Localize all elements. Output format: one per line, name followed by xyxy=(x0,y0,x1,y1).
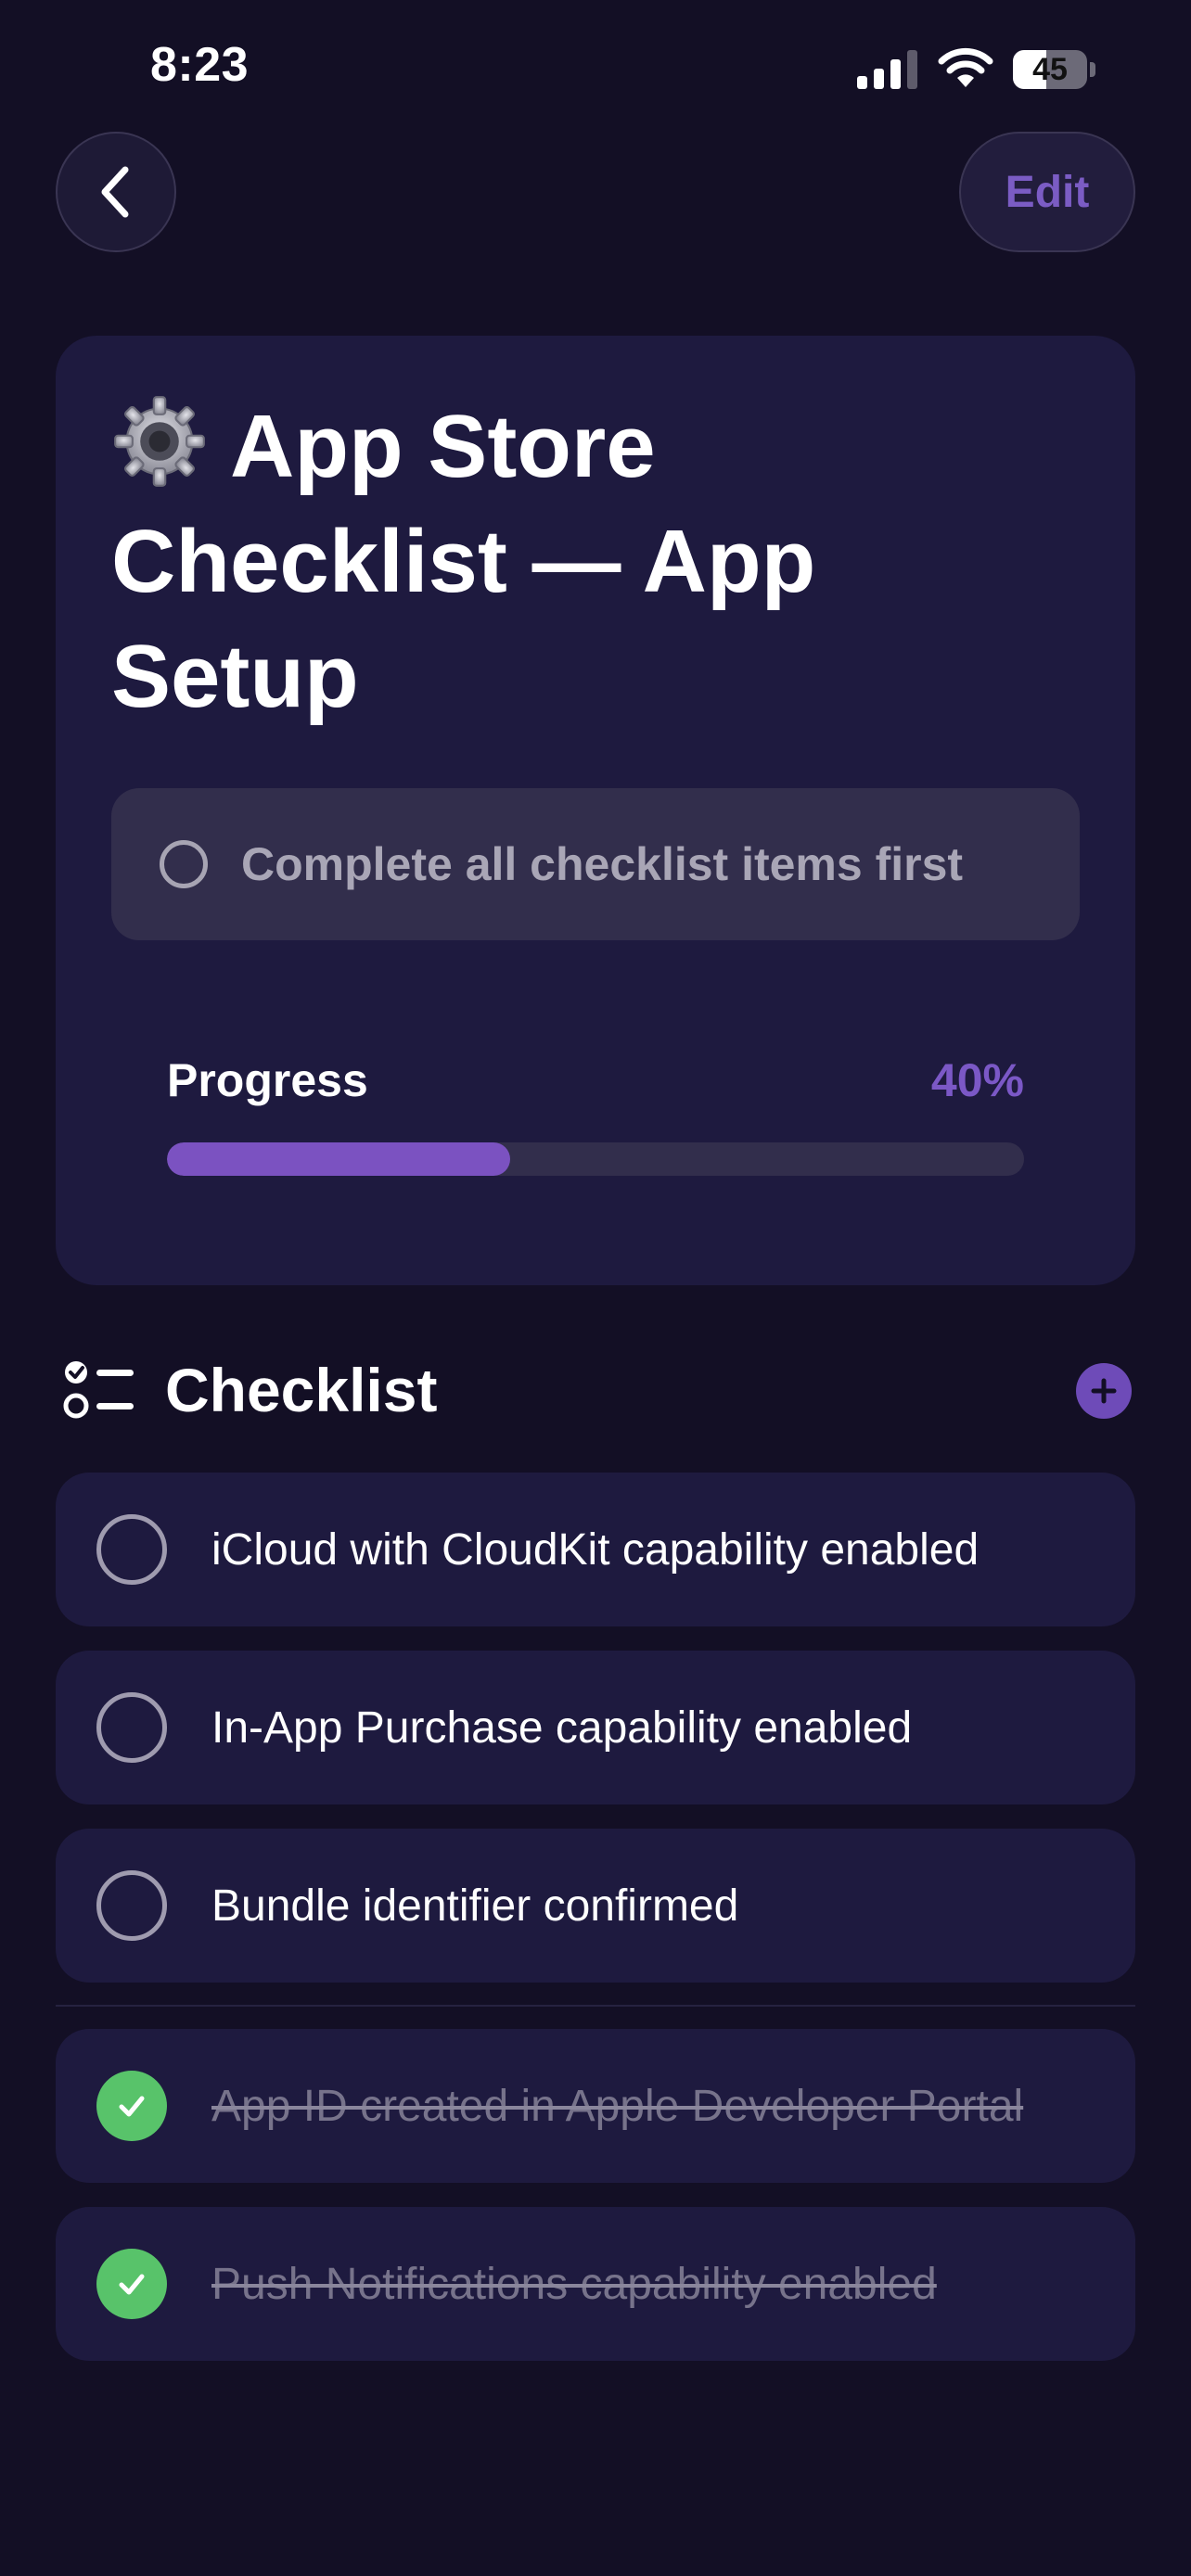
battery-percent: 45 xyxy=(1032,52,1068,87)
checklist-item-label: In-App Purchase capability enabled xyxy=(211,1702,913,1753)
notice-text: Complete all checklist items first xyxy=(241,838,964,890)
checklist-section-title: Checklist xyxy=(165,1356,438,1424)
checklist-item[interactable]: In-App Purchase capability enabled xyxy=(56,1651,1135,1804)
chevron-left-icon xyxy=(101,166,129,218)
back-button[interactable] xyxy=(56,132,176,252)
unchecked-circle-icon[interactable] xyxy=(96,1514,167,1585)
progress-bar-fill xyxy=(167,1142,510,1176)
edit-button[interactable]: Edit xyxy=(959,132,1135,252)
divider xyxy=(56,2005,1135,2007)
checkmark-circle-icon[interactable] xyxy=(96,2071,167,2141)
gear-icon xyxy=(114,396,205,487)
checkmark-icon xyxy=(119,2274,145,2295)
checklist-icon xyxy=(63,1361,134,1419)
wifi-icon xyxy=(938,47,993,87)
page-title-text: App Store Checklist — App Setup xyxy=(111,397,816,726)
add-item-button[interactable] xyxy=(1076,1363,1132,1419)
completion-notice: Complete all checklist items first xyxy=(111,788,1080,940)
progress-bar xyxy=(167,1142,1024,1176)
status-time: 8:23 xyxy=(150,38,250,92)
checklist-item-completed[interactable]: App ID created in Apple Developer Portal xyxy=(56,2029,1135,2183)
unchecked-circle-icon[interactable] xyxy=(96,1870,167,1941)
progress-percent: 40% xyxy=(930,1054,1024,1106)
checklist-item-label: Push Notifications capability enabled xyxy=(211,2259,937,2309)
checklist-item-label: App ID created in Apple Developer Portal xyxy=(211,2081,1024,2131)
empty-circle-icon xyxy=(160,840,208,888)
checkmark-circle-icon[interactable] xyxy=(96,2249,167,2319)
plus-icon xyxy=(1091,1378,1117,1404)
checklist-item-completed[interactable]: Push Notifications capability enabled xyxy=(56,2207,1135,2361)
checkmark-icon xyxy=(119,2096,145,2117)
checklist-item[interactable]: iCloud with CloudKit capability enabled xyxy=(56,1473,1135,1626)
page-title: App Store Checklist — App Setup xyxy=(111,389,1039,734)
checklist-item[interactable]: Bundle identifier confirmed xyxy=(56,1829,1135,1983)
checklist-item-label: iCloud with CloudKit capability enabled xyxy=(211,1524,980,1575)
progress-label: Progress xyxy=(167,1054,368,1106)
checklist-item-label: Bundle identifier confirmed xyxy=(211,1881,739,1931)
battery-icon: 45 xyxy=(1013,50,1098,89)
signal-icon xyxy=(857,50,917,89)
unchecked-circle-icon[interactable] xyxy=(96,1692,167,1763)
